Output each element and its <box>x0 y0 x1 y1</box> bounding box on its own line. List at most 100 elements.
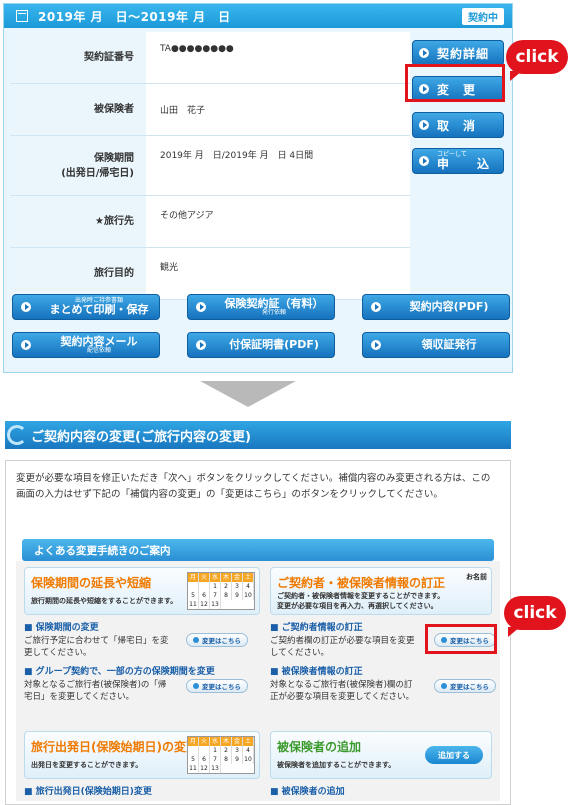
calendar-cell: 3 <box>232 746 243 755</box>
arrow-icon <box>193 683 199 689</box>
copy-apply-button[interactable]: コピーして 申 込 <box>412 148 504 174</box>
contract-actions: 契約詳細 変 更 取 消 コピーして 申 込 <box>412 40 504 184</box>
calendar-cell: 火 <box>199 737 210 746</box>
certificate-request-button[interactable]: 保険契約証（有料） 発行依頼 <box>187 294 335 320</box>
calendar-cell: 7 <box>210 591 221 600</box>
banner-title: ご契約者・被保険者情報の訂正 <box>277 576 446 590</box>
departure-change-item: ■ 旅行出発日(保険始期日)変更 <box>24 787 254 799</box>
button-sublabel: 配信依頼 <box>86 346 111 354</box>
arrow-icon <box>371 302 381 312</box>
calendar-cell: 9 <box>232 755 243 764</box>
calendar-icon <box>16 10 28 22</box>
button-label: 申 込 <box>437 157 498 171</box>
info-value: 観光 <box>160 263 179 273</box>
info-value: 2019年 月 日/2019年 月 日 4日間 <box>160 151 314 161</box>
calendar-cell: 11 <box>188 764 199 773</box>
click-callout: click <box>504 596 566 637</box>
banner-subtitle: 被保険者を追加することができます。 <box>277 761 396 769</box>
calendar-cell: 2 <box>221 582 232 591</box>
button-label: 取 消 <box>437 118 477 133</box>
document-actions: 出発時ご持参書類 まとめて印刷・保存 保険契約証（有料） 発行依頼 契約内容(P… <box>12 294 510 370</box>
insured-change-button[interactable]: 変更はこちら <box>434 679 496 693</box>
calendar-cell: 木 <box>221 737 232 746</box>
item-title: ■ 被保険者情報の訂正 <box>270 667 363 677</box>
calendar-cell: 10 <box>243 591 254 600</box>
calendar-cell: 11 <box>188 600 199 609</box>
calendar-cell: 9 <box>232 591 243 600</box>
contract-pdf-button[interactable]: 契約内容(PDF) <box>362 294 510 320</box>
print-save-button[interactable]: 出発時ご持参書類 まとめて印刷・保存 <box>12 294 160 320</box>
banner-title: 旅行出発日(保険始期日)の変更 <box>31 740 198 754</box>
button-label: 契約詳細 <box>437 46 490 61</box>
arrow-icon <box>21 302 31 312</box>
banner-title: 被保険者の追加 <box>277 740 362 754</box>
period-change-button[interactable]: 変更はこちら <box>186 633 248 647</box>
calendar-cell: 10 <box>243 755 254 764</box>
item-title: ■ 旅行出発日(保険始期日)変更 <box>24 787 152 797</box>
calendar-icon: 月火水木金土 1 2 3 4 5 6 7 8 9 10 11 12 13 <box>187 572 255 610</box>
departure-change-banner[interactable]: 旅行出発日(保険始期日)の変更 出発日を変更することができます。 月火水木金土 1… <box>24 731 260 779</box>
calendar-cell: 12 <box>199 764 210 773</box>
calendar-cell: 2 <box>221 746 232 755</box>
intro-text: 変更が必要な項目を修正いただき「次へ」ボタンをクリックしてください。補償内容のみ… <box>16 473 491 500</box>
cancel-button[interactable]: 取 消 <box>412 112 504 138</box>
arrow-icon <box>196 340 206 350</box>
calendar-cell <box>199 746 210 755</box>
button-label: 付保証明書(PDF) <box>229 338 319 352</box>
contract-summary-panel: 2019年 月 日～2019年 月 日 契約中 契約証番号 TA●●●●●●●●… <box>3 3 513 373</box>
calendar-cell: 5 <box>188 591 199 600</box>
info-row-contract-no: 契約証番号 TA●●●●●●●● <box>10 32 410 84</box>
calendar-cell: 金 <box>232 573 243 582</box>
info-label: 被保険者 <box>10 84 146 135</box>
info-value: TA●●●●●●●● <box>160 44 234 54</box>
calendar-cell: 水 <box>210 737 221 746</box>
contract-header: 2019年 月 日～2019年 月 日 契約中 <box>4 4 512 28</box>
info-value: 山田 花子 <box>160 106 206 116</box>
button-label: 契約内容(PDF) <box>409 300 489 314</box>
arrow-icon <box>21 340 31 350</box>
arrow-icon <box>196 302 206 312</box>
calendar-cell: 土 <box>243 573 254 582</box>
arrow-icon <box>419 156 429 166</box>
calendar-cell: 1 <box>210 746 221 755</box>
calendar-cell: 土 <box>243 737 254 746</box>
info-row-period: 保険期間 (出発日/帰宅日) 2019年 月 日/2019年 月 日 4日間 <box>10 136 410 196</box>
arrow-icon <box>371 340 381 350</box>
click-callout: click <box>506 40 568 81</box>
item-title: ■ 被保険者の追加 <box>270 787 345 797</box>
calendar-cell: 6 <box>199 591 210 600</box>
calendar-cell: 13 <box>210 600 221 609</box>
arrow-icon <box>419 120 429 130</box>
calendar-cell: 12 <box>199 600 210 609</box>
group-change-button[interactable]: 変更はこちら <box>186 679 248 693</box>
calendar-cell: 木 <box>221 573 232 582</box>
add-insured-banner[interactable]: 被保険者の追加 被保険者を追加することができます。 追加する <box>270 731 492 779</box>
insured-add-item: ■ 被保険者の追加 <box>270 787 500 799</box>
extend-period-banner[interactable]: 保険期間の延長や短縮 旅行期間の延長や短縮をすることができます。 月火水木金土 1… <box>24 567 260 615</box>
calendar-cell: 4 <box>243 582 254 591</box>
calendar-cell: 月 <box>188 737 199 746</box>
calendar-cell <box>188 746 199 755</box>
button-label: 保険契約証（有料） <box>224 297 324 311</box>
section-header: ご契約内容の変更(ご旅行内容の変更) <box>5 421 511 449</box>
insurance-certificate-pdf-button[interactable]: 付保証明書(PDF) <box>187 332 335 358</box>
info-row-insured: 被保険者 山田 花子 <box>10 84 410 136</box>
banner-subtitle: 出発日を変更することができます。 <box>31 761 143 769</box>
info-value: その他アジア <box>160 211 214 221</box>
calendar-cell: 火 <box>199 573 210 582</box>
calendar-cell: 7 <box>210 755 221 764</box>
contract-period: 2019年 月 日～2019年 月 日 <box>38 9 231 24</box>
contract-mail-button[interactable]: 契約内容メール 配信依頼 <box>12 332 160 358</box>
banner-title: 保険期間の延長や短縮 <box>31 576 152 590</box>
change-button-highlight <box>405 64 505 102</box>
button-label: 領収証発行 <box>421 338 477 352</box>
arrow-icon <box>193 637 199 643</box>
faq-header: よくある変更手続きのご案内 <box>22 539 494 561</box>
info-label: 契約証番号 <box>10 32 146 83</box>
receipt-button[interactable]: 領収証発行 <box>362 332 510 358</box>
contractor-info-banner[interactable]: ご契約者・被保険者情報の訂正 ご契約者・被保険者情報を変更することができます。 … <box>270 567 492 615</box>
add-button[interactable]: 追加する <box>425 746 483 764</box>
contract-detail-button[interactable]: 契約詳細 <box>412 40 504 66</box>
name-tag: お名前 <box>466 573 487 581</box>
item-description: 対象となるご旅行者(被保険者)欄の訂正が必要な項目を変更してください。 <box>270 679 414 702</box>
